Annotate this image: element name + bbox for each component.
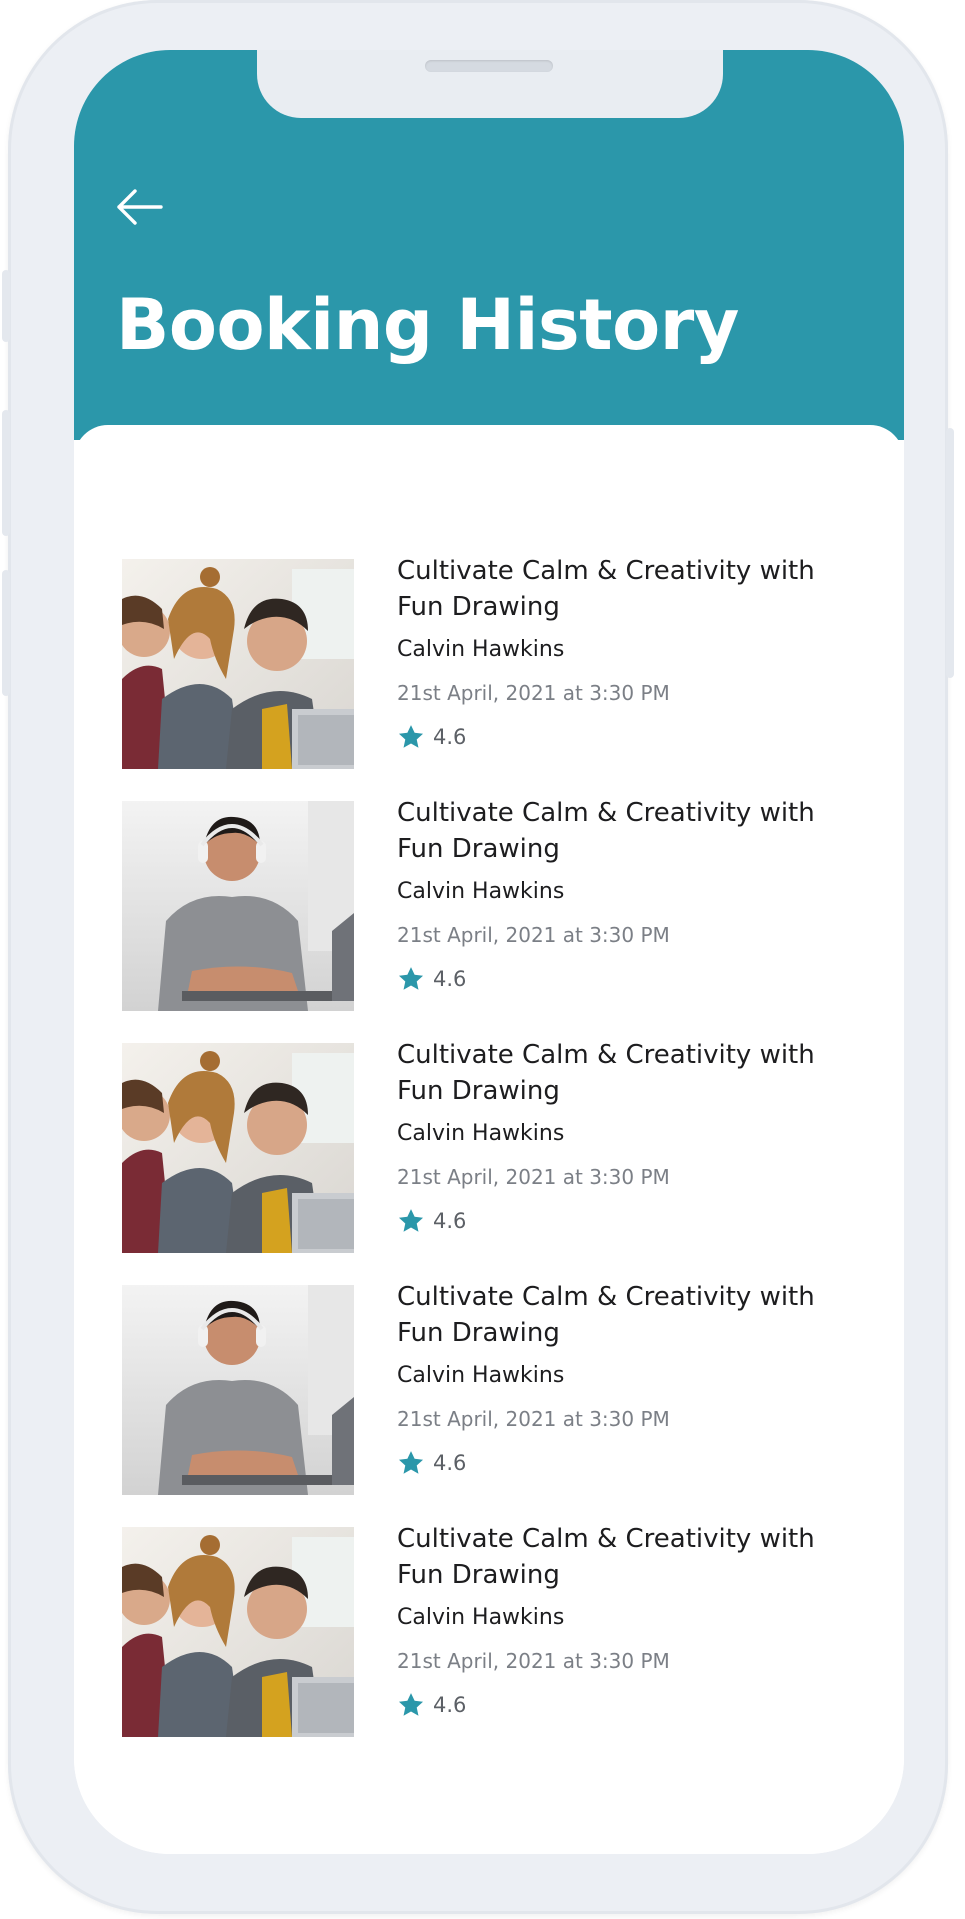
course-thumbnail (122, 1527, 354, 1737)
booking-item[interactable]: Cultivate Calm & Creativity with Fun Dra… (122, 1040, 882, 1285)
booking-datetime: 21st April, 2021 at 3:30 PM (397, 1165, 670, 1189)
rating-value: 4.6 (433, 1693, 467, 1717)
course-title: Cultivate Calm & Creativity with Fun Dra… (397, 1524, 815, 1590)
arrow-left-icon (117, 189, 163, 225)
instructor-name: Calvin Hawkins (397, 637, 565, 662)
rating-value: 4.6 (433, 967, 467, 991)
course-title: Cultivate Calm & Creativity with Fun Dra… (397, 798, 815, 864)
notch (257, 50, 723, 118)
back-button[interactable] (112, 180, 166, 234)
booking-datetime: 21st April, 2021 at 3:30 PM (397, 1407, 670, 1431)
instructor-name: Calvin Hawkins (397, 1121, 565, 1146)
star-icon (398, 1693, 424, 1716)
rating-value: 4.6 (433, 1451, 467, 1475)
star-icon (398, 725, 424, 748)
page-title: Booking History (116, 284, 739, 366)
star-icon (398, 1451, 424, 1474)
rating: 4.6 (397, 1691, 867, 1719)
booking-info: Cultivate Calm & Creativity with Fun Dra… (397, 556, 867, 801)
course-title: Cultivate Calm & Creativity with Fun Dra… (397, 1040, 815, 1106)
group-of-students-photo (122, 1043, 354, 1253)
star-icon (398, 967, 424, 990)
rating: 4.6 (397, 1207, 867, 1235)
power-button (946, 428, 954, 678)
star-icon (398, 1209, 424, 1232)
booking-item[interactable]: Cultivate Calm & Creativity with Fun Dra… (122, 798, 882, 1043)
instructor-name: Calvin Hawkins (397, 879, 565, 904)
booking-datetime: 21st April, 2021 at 3:30 PM (397, 923, 670, 947)
instructor-name: Calvin Hawkins (397, 1363, 565, 1388)
rating-value: 4.6 (433, 1209, 467, 1233)
silent-switch (2, 270, 10, 342)
booking-info: Cultivate Calm & Creativity with Fun Dra… (397, 1040, 867, 1285)
booking-datetime: 21st April, 2021 at 3:30 PM (397, 1649, 670, 1673)
booking-item[interactable]: Cultivate Calm & Creativity with Fun Dra… (122, 556, 882, 801)
booking-datetime: 21st April, 2021 at 3:30 PM (397, 681, 670, 705)
rating: 4.6 (397, 965, 867, 993)
man-with-headphones-photo (122, 1285, 354, 1495)
screen: Booking History Cultivate Calm & Creativ… (74, 50, 904, 1854)
course-title: Cultivate Calm & Creativity with Fun Dra… (397, 556, 815, 622)
course-title: Cultivate Calm & Creativity with Fun Dra… (397, 1282, 815, 1348)
course-thumbnail (122, 801, 354, 1011)
volume-down-button (2, 570, 10, 696)
booking-info: Cultivate Calm & Creativity with Fun Dra… (397, 1524, 867, 1769)
booking-item[interactable]: Cultivate Calm & Creativity with Fun Dra… (122, 1524, 882, 1769)
volume-up-button (2, 410, 10, 536)
course-thumbnail (122, 559, 354, 769)
group-of-students-photo (122, 1527, 354, 1737)
booking-info: Cultivate Calm & Creativity with Fun Dra… (397, 798, 867, 1043)
rating: 4.6 (397, 723, 867, 751)
booking-list: Cultivate Calm & Creativity with Fun Dra… (122, 556, 882, 1769)
course-thumbnail (122, 1285, 354, 1495)
man-with-headphones-photo (122, 801, 354, 1011)
booking-list-panel: Cultivate Calm & Creativity with Fun Dra… (74, 425, 904, 1854)
booking-item[interactable]: Cultivate Calm & Creativity with Fun Dra… (122, 1282, 882, 1527)
app-header: Booking History (74, 50, 904, 440)
booking-info: Cultivate Calm & Creativity with Fun Dra… (397, 1282, 867, 1527)
instructor-name: Calvin Hawkins (397, 1605, 565, 1630)
phone-frame: Booking History Cultivate Calm & Creativ… (2, 0, 954, 1914)
group-of-students-photo (122, 559, 354, 769)
speaker-grille (425, 60, 553, 72)
rating-value: 4.6 (433, 725, 467, 749)
course-thumbnail (122, 1043, 354, 1253)
rating: 4.6 (397, 1449, 867, 1477)
